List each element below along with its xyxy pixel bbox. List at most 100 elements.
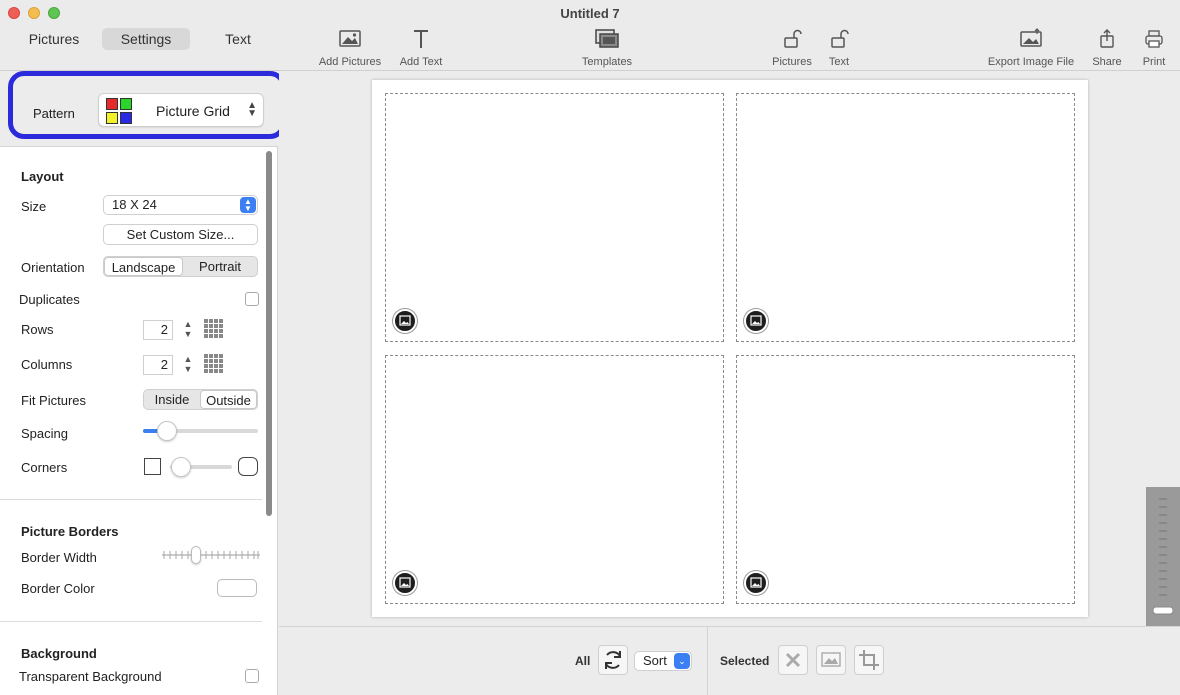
close-icon — [785, 652, 801, 668]
export-image-button[interactable]: Export Image File — [984, 28, 1078, 68]
swatch-green — [120, 98, 132, 110]
corners-slider-knob[interactable] — [171, 457, 191, 477]
tab-settings[interactable]: Settings — [102, 28, 190, 50]
window-title: Untitled 7 — [560, 6, 620, 21]
crop-icon — [859, 650, 879, 670]
templates-button[interactable]: Templates — [579, 28, 635, 68]
templates-label: Templates — [581, 56, 633, 68]
grid-icon — [204, 354, 223, 373]
fit-pictures-segmented: Inside Outside — [143, 389, 258, 410]
orientation-label: Orientation — [21, 260, 85, 275]
selected-label: Selected — [720, 654, 770, 668]
canvas-area — [279, 71, 1180, 627]
border-color-well[interactable] — [217, 579, 257, 597]
transparent-background-checkbox[interactable] — [245, 669, 259, 683]
refresh-button[interactable] — [598, 645, 628, 675]
lock-pictures-label: Pictures — [772, 56, 812, 68]
export-image-icon — [1020, 28, 1042, 47]
rows-stepper[interactable]: ▲ ▼ — [183, 319, 193, 341]
duplicates-label: Duplicates — [19, 292, 80, 307]
text-icon — [414, 30, 428, 48]
picture-cell[interactable] — [385, 93, 724, 342]
print-button[interactable]: Print — [1139, 28, 1169, 68]
add-picture-icon[interactable] — [393, 309, 417, 333]
chevron-down-icon: ⌄ — [674, 653, 690, 669]
tab-text[interactable]: Text — [194, 28, 282, 50]
add-pictures-button[interactable]: Add Pictures — [317, 28, 383, 68]
picture-cell[interactable] — [736, 355, 1075, 604]
fit-pictures-label: Fit Pictures — [21, 393, 87, 408]
size-select[interactable]: 18 X 24 ▲ ▼ — [103, 195, 258, 215]
tab-pictures[interactable]: Pictures — [10, 28, 98, 50]
export-image-label: Export Image File — [987, 56, 1075, 68]
unlock-icon — [784, 29, 802, 48]
pattern-value: Picture Grid — [156, 103, 230, 119]
spacing-slider-knob[interactable] — [157, 421, 177, 441]
columns-stepper[interactable]: ▲ ▼ — [183, 354, 193, 376]
orientation-portrait[interactable]: Portrait — [183, 257, 257, 276]
zoom-slider-ticks — [1152, 498, 1174, 615]
corners-label: Corners — [21, 460, 68, 475]
share-label: Share — [1092, 56, 1122, 68]
app-window: Untitled 7 Pictures Settings Text Add Pi… — [0, 0, 1180, 695]
print-page — [372, 80, 1088, 617]
pattern-label: Pattern — [33, 106, 75, 121]
sidebar-tabs: Pictures Settings Text — [10, 28, 286, 50]
set-custom-size-button[interactable]: Set Custom Size... — [103, 224, 258, 245]
rounded-corner-icon — [238, 457, 258, 476]
zoom-slider[interactable] — [1146, 487, 1180, 627]
pattern-select[interactable]: Picture Grid ▲ ▼ — [98, 93, 264, 127]
divider — [0, 621, 262, 622]
columns-field[interactable]: 2 — [143, 355, 173, 375]
divider — [707, 627, 708, 695]
swatch-red — [106, 98, 118, 110]
panel-scrollbar[interactable] — [266, 151, 272, 516]
rows-label: Rows — [21, 322, 54, 337]
columns-label: Columns — [21, 357, 73, 372]
printer-icon — [1145, 30, 1163, 48]
add-picture-icon[interactable] — [744, 571, 768, 595]
spacing-label: Spacing — [21, 426, 68, 441]
picture-cell[interactable] — [385, 355, 724, 604]
add-picture-icon[interactable] — [393, 571, 417, 595]
background-section-title: Background — [21, 646, 97, 661]
refresh-icon — [605, 651, 621, 669]
pattern-highlight: Pattern Picture Grid ▲ ▼ — [8, 71, 286, 139]
lock-text-button[interactable]: Text — [824, 28, 854, 68]
replace-picture-button[interactable] — [816, 645, 846, 675]
remove-selected-button[interactable] — [778, 645, 808, 675]
lock-pictures-button[interactable]: Pictures — [770, 28, 814, 68]
swatch-blue — [120, 112, 132, 124]
picture-cell[interactable] — [736, 93, 1075, 342]
chevron-updown-icon: ▲ ▼ — [247, 100, 257, 119]
fit-inside[interactable]: Inside — [144, 390, 200, 409]
chevron-updown-icon: ▲ ▼ — [240, 197, 256, 213]
add-picture-icon[interactable] — [744, 309, 768, 333]
add-text-label: Add Text — [399, 56, 443, 68]
toolbar: Untitled 7 Pictures Settings Text Add Pi… — [0, 0, 1180, 71]
divider — [0, 499, 262, 500]
share-button[interactable]: Share — [1091, 28, 1123, 68]
settings-panel: Layout Size 18 X 24 ▲ ▼ Set Custom Size..… — [0, 146, 278, 695]
border-width-slider-track[interactable] — [162, 549, 260, 561]
crop-button[interactable] — [854, 645, 884, 675]
orientation-segmented: Landscape Portrait — [103, 256, 258, 277]
layout-section-title: Layout — [21, 169, 64, 184]
unlock-icon — [831, 29, 849, 48]
border-width-slider-knob[interactable] — [191, 546, 201, 564]
add-text-button[interactable]: Add Text — [397, 28, 445, 68]
rows-field[interactable]: 2 — [143, 320, 173, 340]
size-value: 18 X 24 — [112, 197, 157, 212]
sort-select[interactable]: Sort ⌄ — [634, 651, 692, 671]
transparent-background-label: Transparent Background — [19, 669, 162, 684]
orientation-landscape[interactable]: Landscape — [104, 257, 183, 276]
swatch-yellow — [106, 112, 118, 124]
border-color-label: Border Color — [21, 581, 95, 596]
sort-label: Sort — [643, 653, 667, 668]
square-corner-icon — [144, 458, 161, 475]
duplicates-checkbox[interactable] — [245, 292, 259, 306]
all-label: All — [575, 654, 591, 668]
grid-icon — [204, 319, 223, 338]
fit-outside[interactable]: Outside — [200, 390, 257, 409]
share-icon — [1100, 29, 1114, 48]
